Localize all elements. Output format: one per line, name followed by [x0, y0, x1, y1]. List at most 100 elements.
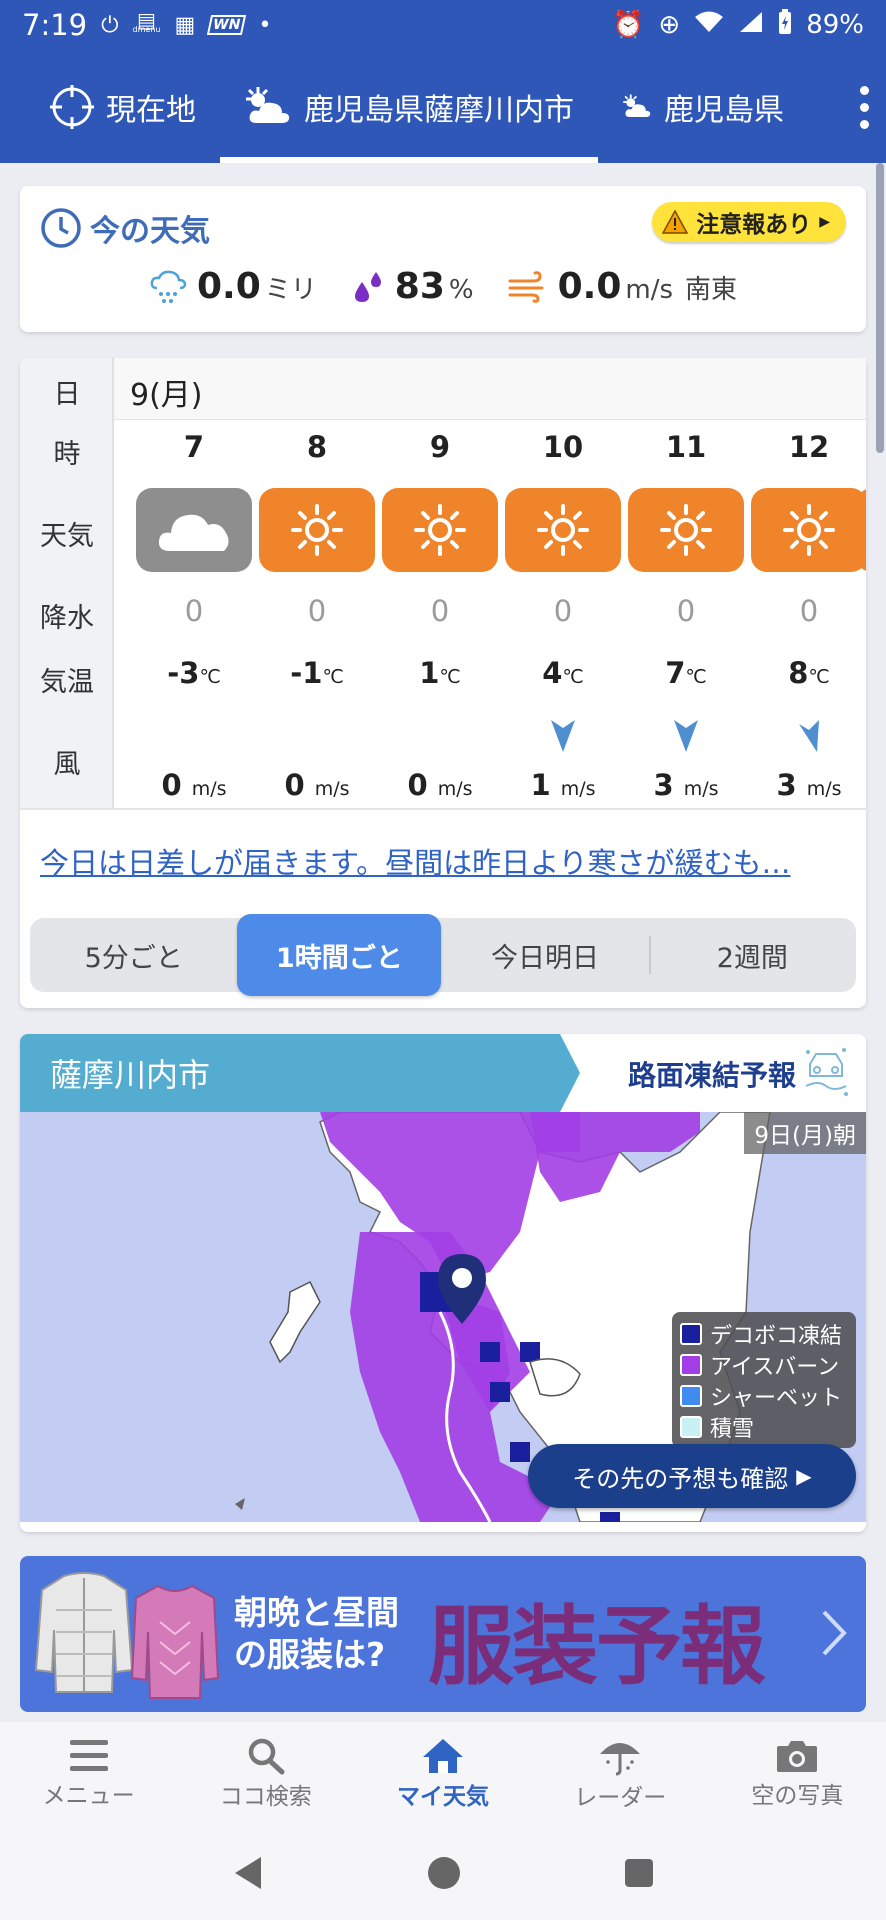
tab-current-location[interactable]: 現在地 — [0, 50, 220, 163]
cloud-icon — [158, 514, 229, 551]
hour-column: 8 0 -1℃ 0 m/s — [257, 358, 377, 808]
crosshair-icon — [50, 84, 94, 129]
humidity-drop-icon — [354, 271, 381, 302]
home-circle-icon[interactable] — [426, 1855, 462, 1891]
dot-icon: • — [258, 12, 272, 38]
hour-column: 11 0 7℃ 3 m/s — [626, 358, 746, 808]
nav-radar[interactable]: レーダー — [532, 1722, 709, 1826]
nav-sky-photos[interactable]: 空の写真 — [709, 1722, 886, 1826]
wind-unit: m/s — [437, 778, 473, 800]
bottom-navigation: メニュー ココ検索 マイ天気 レーダー 空の写真 — [0, 1722, 886, 1826]
wind-cell: 3 m/s — [749, 768, 866, 802]
play-triangle-icon: ▶ — [796, 1464, 812, 1488]
battery-percent: 89% — [806, 10, 864, 40]
temp-cell: 4℃ — [503, 656, 623, 690]
wind-cell: 0 m/s — [257, 768, 377, 802]
weather-tile — [382, 488, 498, 572]
wind-arrow-icon — [674, 720, 698, 752]
road-freeze-map[interactable]: 9日(月)朝 デコボコ凍結 アイスバーン シャーベット 積雪 その先の予想も確認… — [20, 1112, 866, 1522]
map-legend: デコボコ凍結 アイスバーン シャーベット 積雪 — [672, 1312, 856, 1448]
sun-cloud-icon — [623, 94, 651, 117]
banner-question: 朝晩と昼間 の服装は? — [234, 1593, 399, 1674]
notification-icons: ⏻ ▤ dmenu ▦ WN • — [101, 10, 272, 38]
hour-label: 10 — [542, 430, 584, 464]
location-tabs: 現在地 鹿児島県薩摩川内市 鹿児島県 — [0, 50, 886, 163]
wind-cell: 0 m/s — [134, 768, 254, 802]
scrollbar[interactable] — [876, 163, 884, 453]
label-day: 日 — [53, 379, 81, 410]
road-freeze-link[interactable]: 路面凍結予報 — [628, 1054, 796, 1094]
wind-unit: m/s — [806, 778, 842, 800]
chevron-right-icon — [822, 1610, 847, 1656]
temp-cell: -3℃ — [134, 656, 254, 690]
segment-1hour[interactable]: 1時間ごと — [237, 914, 442, 996]
wind-value: 3 — [776, 768, 797, 802]
wind-value: 1 — [530, 768, 551, 802]
wind-arrow-icon — [799, 720, 819, 752]
forecast-comment-link[interactable]: 今日は日差しが届きます。昼間は昨日より寒さが緩むも… — [40, 840, 850, 882]
hour-column: 7 0 -3℃ 0 m/s — [134, 358, 254, 808]
sun-icon — [660, 504, 712, 556]
car-snow-icon — [805, 1048, 848, 1096]
tab-satsumasendai[interactable]: 鹿児島県薩摩川内市 — [220, 50, 598, 163]
legend-swatch — [680, 1384, 702, 1407]
wind-unit: m/s — [191, 778, 227, 800]
segment-today-tomorrow[interactable]: 今日明日 — [441, 918, 648, 992]
status-bar: 7:19 ⏻ ▤ dmenu ▦ WN • ⏰ ⊕ 89% — [0, 0, 886, 50]
warning-icon — [662, 210, 689, 234]
wind-icon — [508, 270, 544, 303]
nav-menu[interactable]: メニュー — [0, 1722, 177, 1826]
temp-cell: -1℃ — [257, 656, 377, 690]
precip-value: 0 — [184, 594, 204, 628]
temp-value: 4 — [542, 656, 563, 690]
hourly-table[interactable]: 日 時 天気 降水 気温 風 9(月) 7 0 -3℃ 0 m/s 8 0 -1℃ 0 m/s… — [20, 358, 866, 810]
tab-kagoshima[interactable]: 鹿児島県 — [598, 50, 808, 163]
battery-icon — [778, 8, 792, 42]
hour-column: 12 0 8℃ 3 m/s — [749, 358, 866, 808]
wind-unit: m/s — [560, 778, 596, 800]
nav-search[interactable]: ココ検索 — [177, 1722, 354, 1826]
menu-icon — [69, 1740, 108, 1771]
clock-icon — [41, 208, 81, 248]
current-weather-card: 今の天気 注意報あり ▶ 0.0 ミリ 83 % 0.0 m/s 南東 — [20, 186, 866, 332]
legend-swatch — [680, 1415, 702, 1438]
segment-2weeks[interactable]: 2週間 — [648, 918, 856, 992]
home-icon — [423, 1739, 463, 1773]
clothing-forecast-banner[interactable]: 朝晩と昼間 の服装は? 服装予報 — [20, 1556, 866, 1712]
news-icon: ▦ — [174, 12, 196, 38]
map-date-tag: 9日(月)朝 — [744, 1112, 866, 1154]
power-icon: ⏻ — [101, 12, 119, 38]
temp-value: -1 — [290, 656, 323, 690]
hour-column: 10 0 4℃ 1 m/s — [503, 358, 623, 808]
temp-unit: ℃ — [439, 666, 461, 688]
temp-value: -3 — [167, 656, 200, 690]
jacket-icon — [34, 1572, 134, 1693]
temp-cell: 1℃ — [380, 656, 500, 690]
map-header: 薩摩川内市 路面凍結予報 — [20, 1034, 866, 1112]
weather-tile — [628, 488, 744, 572]
current-weather-title: 今の天気 — [40, 206, 210, 250]
wind-value: 0 — [407, 768, 428, 802]
segment-5min[interactable]: 5分ごと — [30, 918, 237, 992]
wind-unit: m/s — [314, 778, 350, 800]
warning-badge[interactable]: 注意報あり ▶ — [652, 202, 846, 242]
wind-arrow-icon — [551, 720, 575, 752]
rain-icon — [150, 270, 187, 303]
next-column-peek — [856, 488, 866, 572]
wind-value: 3 — [653, 768, 674, 802]
temp-cell: 8℃ — [749, 656, 866, 690]
sun-icon — [414, 504, 466, 556]
back-icon[interactable] — [231, 1855, 265, 1891]
nav-my-weather[interactable]: マイ天気 — [354, 1722, 531, 1826]
label-temp: 気温 — [40, 667, 94, 698]
more-menu-icon[interactable] — [856, 86, 872, 129]
weather-tile — [751, 488, 866, 572]
weather-tile — [136, 488, 252, 572]
chevron-right-icon: ▶ — [819, 214, 830, 230]
precip-value: 0 — [553, 594, 573, 628]
wind-value: 0 — [284, 768, 305, 802]
recents-icon[interactable] — [623, 1857, 655, 1889]
alarm-icon: ⏰ — [612, 10, 645, 40]
legend-item: アイスバーン — [680, 1349, 848, 1380]
see-more-forecast-button[interactable]: その先の予想も確認 ▶ — [528, 1444, 856, 1508]
